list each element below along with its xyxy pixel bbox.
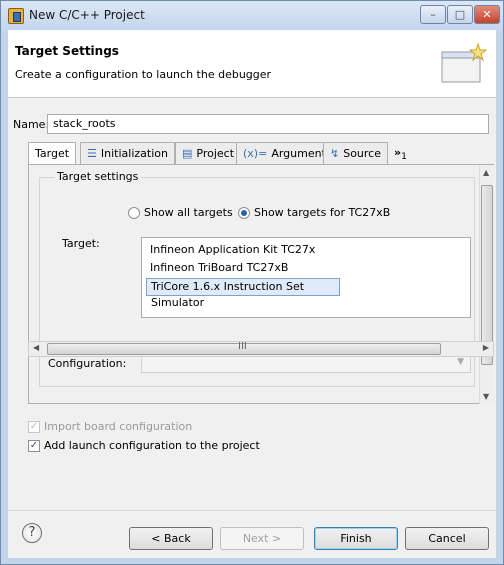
next-button[interactable]: Next >: [220, 527, 304, 550]
checkmark-icon: ✓: [28, 420, 40, 433]
target-tab-panel: Target settings Show all targets Show ta…: [28, 164, 494, 404]
show-targets-for-label: Show targets for TC27xB: [254, 206, 391, 219]
add-launch-config-label: Add launch configuration to the project: [44, 439, 260, 452]
horizontal-scroll-thumb[interactable]: III: [47, 341, 441, 355]
scroll-down-icon[interactable]: ▼: [483, 392, 489, 401]
tab-overflow[interactable]: »1: [388, 142, 413, 164]
tab-project-label: Project: [196, 147, 235, 160]
arguments-icon: (x)=: [243, 147, 268, 160]
maximize-button[interactable]: □: [447, 5, 473, 24]
tab-project[interactable]: ▤ Project: [175, 142, 242, 164]
group-title: Target settings: [54, 170, 142, 183]
source-icon: ↯: [330, 147, 340, 160]
help-icon[interactable]: ?: [22, 523, 42, 543]
list-icon: ☰: [87, 147, 97, 160]
show-all-targets-label: Show all targets: [144, 206, 233, 219]
button-bar: ? < Back Next > Finish Cancel: [8, 510, 496, 558]
finish-button[interactable]: Finish: [314, 527, 398, 550]
vertical-scroll-thumb[interactable]: [481, 185, 493, 365]
scroll-left-icon[interactable]: ◀: [33, 343, 39, 352]
new-project-dialog: New C/C++ Project – □ ✕ Target Settings …: [0, 0, 504, 565]
window-title: New C/C++ Project: [29, 8, 145, 22]
minimize-button[interactable]: –: [420, 5, 446, 24]
scroll-grip-icon: III: [238, 341, 247, 352]
wizard-banner-icon: [441, 42, 488, 83]
tab-target-label: Target: [35, 147, 70, 160]
horizontal-scrollbar[interactable]: ◀ III ▶: [28, 341, 494, 357]
vertical-scrollbar[interactable]: ▲ ▼: [479, 165, 494, 404]
list-item[interactable]: Infineon TriBoard TC27xB: [146, 260, 470, 278]
list-item[interactable]: Infineon Application Kit TC27x: [146, 242, 470, 260]
radio-indicator: [238, 206, 250, 219]
wizard-body: Name: stack_roots Target ☰ Initialization…: [8, 98, 496, 510]
chevron-down-icon: ▼: [457, 357, 464, 367]
show-all-targets-radio[interactable]: Show all targets: [128, 206, 233, 219]
name-label: Name:: [13, 118, 50, 131]
cancel-button[interactable]: Cancel: [405, 527, 489, 550]
close-button[interactable]: ✕: [474, 5, 500, 24]
configuration-label: Configuration:: [48, 357, 127, 370]
list-item-selected[interactable]: TriCore 1.6.x Instruction Set Simulator: [146, 278, 340, 309]
scroll-right-icon[interactable]: ▶: [483, 343, 489, 352]
add-launch-config-checkbox[interactable]: ✓ Add launch configuration to the projec…: [28, 439, 260, 452]
tab-source[interactable]: ↯ Source: [323, 142, 388, 164]
scroll-up-icon[interactable]: ▲: [483, 168, 489, 177]
show-targets-for-radio[interactable]: Show targets for TC27xB: [238, 206, 390, 219]
document-icon: ▤: [182, 147, 193, 160]
tab-initialization-label: Initialization: [100, 147, 168, 160]
target-list[interactable]: Infineon Application Kit TC27x Infineon …: [141, 237, 471, 318]
page-title: Target Settings: [15, 44, 119, 58]
name-field[interactable]: stack_roots: [47, 114, 489, 134]
app-icon: [8, 8, 24, 24]
overflow-count: 1: [401, 151, 407, 163]
import-board-config-checkbox[interactable]: ✓ Import board configuration: [28, 420, 192, 433]
page-description: Create a configuration to launch the deb…: [15, 68, 272, 81]
tab-initialization[interactable]: ☰ Initialization: [80, 142, 175, 164]
tab-target[interactable]: Target: [28, 142, 77, 165]
title-bar[interactable]: New C/C++ Project – □ ✕: [1, 1, 503, 30]
import-board-config-label: Import board configuration: [44, 420, 193, 433]
tab-source-label: Source: [343, 147, 381, 160]
radio-indicator: [128, 206, 140, 219]
checkmark-icon: ✓: [28, 439, 40, 452]
back-button[interactable]: < Back: [129, 527, 213, 550]
wizard-header: Target Settings Create a configuration t…: [8, 30, 496, 98]
target-label: Target:: [62, 237, 100, 250]
